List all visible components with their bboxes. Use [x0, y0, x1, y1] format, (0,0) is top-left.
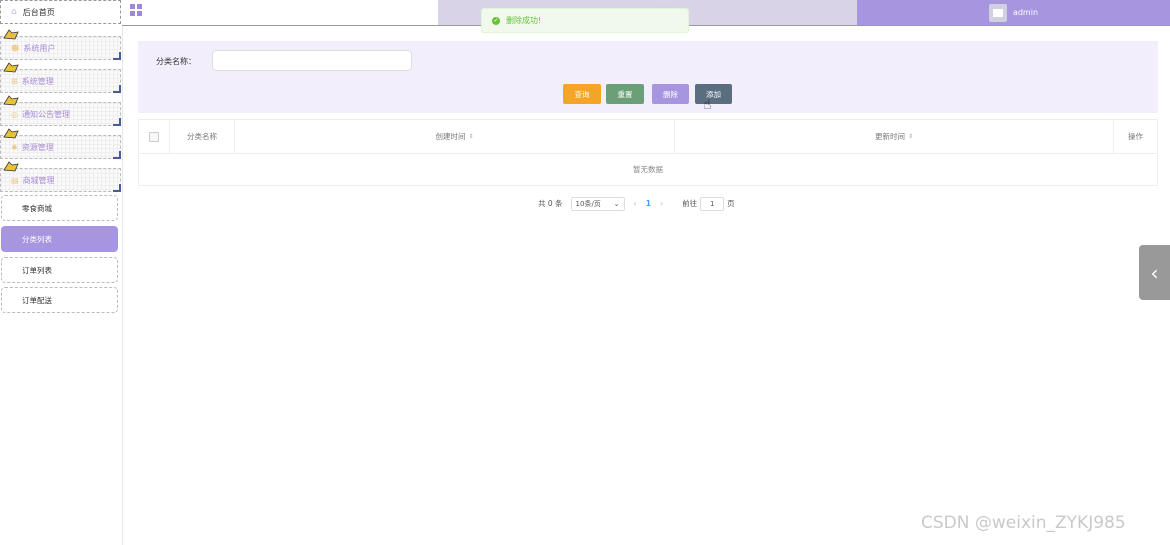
column-label: 更新时间	[874, 132, 905, 141]
sidebar-group-notice[interactable]: ◎ 通知公告管理	[0, 95, 121, 126]
pin-icon	[3, 161, 19, 172]
pagination: 共 0 条 10条/页 ⌄ ‹ 1 › 前往 1 页	[538, 196, 735, 211]
watermark: CSDN @weixin_ZYKJ985	[921, 513, 1126, 533]
sidebar-item-label: 订单配送	[22, 295, 52, 305]
pin-icon	[3, 95, 19, 106]
delete-button[interactable]: 删除	[652, 84, 689, 104]
prev-page-icon[interactable]: ‹	[634, 199, 637, 208]
success-toast: ✓ 删除成功!	[481, 8, 689, 33]
reset-button[interactable]: 重置	[606, 84, 644, 104]
category-name-input[interactable]	[212, 50, 412, 71]
select-all-column	[139, 120, 170, 153]
sidebar: ⌂ 后台首页 ☻ 系统用户 ⊞ 系统管理 ◎ 通知公告管理 ✹ 资源管理 ▤ 商…	[0, 0, 123, 545]
gear-icon: ✹	[11, 142, 18, 152]
hand-cursor-icon: ☝	[703, 97, 712, 113]
column-header-created[interactable]: 创建时间 ⇕	[235, 120, 675, 153]
sidebar-group-system-users[interactable]: ☻ 系统用户	[0, 29, 121, 60]
column-label: 创建时间	[435, 132, 466, 141]
goto-page-input[interactable]: 1	[700, 196, 725, 211]
sort-icon[interactable]: ⇕	[468, 133, 473, 140]
total-count: 共 0 条	[538, 199, 563, 208]
sidebar-item-snack-shop[interactable]: 零食商城	[1, 195, 118, 221]
add-button[interactable]: 添加	[695, 84, 732, 104]
sidebar-item-label: 订单列表	[22, 265, 52, 275]
check-circle-icon: ✓	[492, 16, 500, 25]
next-page-icon[interactable]: ›	[660, 199, 663, 208]
column-label: 分类名称	[187, 132, 217, 141]
goto-prefix: 前往	[682, 199, 698, 208]
toast-message: 删除成功!	[506, 16, 542, 25]
column-label: 操作	[1128, 132, 1143, 141]
sidebar-item-label: 后台首页	[22, 7, 55, 17]
sidebar-group-label: 系统用户	[23, 43, 56, 53]
column-header-updated[interactable]: 更新时间 ⇕	[675, 120, 1114, 153]
category-name-label: 分类名称：	[156, 57, 196, 66]
sidebar-item-category-list[interactable]: 分类列表	[1, 226, 118, 252]
pin-icon	[3, 62, 19, 73]
menu-grid-icon[interactable]	[130, 4, 142, 16]
sidebar-group-resource[interactable]: ✹ 资源管理	[0, 128, 121, 159]
sort-icon[interactable]: ⇕	[908, 133, 913, 140]
category-table: 分类名称 创建时间 ⇕ 更新时间 ⇕ 操作 暂无数据	[138, 119, 1158, 186]
query-button[interactable]: 查询	[563, 84, 601, 104]
sidebar-item-order-delivery[interactable]: 订单配送	[1, 287, 118, 313]
bell-icon: ◎	[11, 109, 18, 119]
sidebar-item-home[interactable]: ⌂ 后台首页	[0, 0, 121, 24]
sidebar-group-shop[interactable]: ▤ 商城管理	[0, 161, 121, 192]
user-icon: ☻	[11, 43, 20, 53]
empty-state: 暂无数据	[633, 164, 663, 174]
column-header-name: 分类名称	[170, 120, 235, 153]
table-header: 分类名称 创建时间 ⇕ 更新时间 ⇕ 操作	[139, 120, 1157, 154]
select-all-checkbox[interactable]	[149, 131, 159, 142]
search-panel: 分类名称： 查询 重置 删除 添加	[138, 41, 1158, 113]
column-header-actions: 操作	[1114, 120, 1157, 153]
chevron-down-icon: ⌄	[613, 199, 620, 208]
pin-icon	[3, 128, 19, 139]
sidebar-item-label: 分类列表	[22, 234, 52, 244]
page-number-current[interactable]: 1	[646, 199, 651, 208]
grid-small-icon: ⊞	[11, 76, 18, 86]
sidebar-item-order-list[interactable]: 订单列表	[1, 257, 118, 283]
collapse-panel-button[interactable]: ‹	[1139, 245, 1170, 300]
chevron-left-icon: ‹	[1150, 260, 1159, 285]
user-menu[interactable]: admin	[857, 0, 1170, 25]
page-size-value: 10条/页	[575, 199, 601, 208]
sidebar-group-label: 商城管理	[22, 175, 55, 185]
shop-icon: ▤	[11, 175, 19, 185]
pin-icon	[3, 29, 19, 40]
avatar[interactable]	[988, 3, 1007, 22]
page-size-select[interactable]: 10条/页 ⌄	[570, 196, 625, 211]
sidebar-group-label: 系统管理	[21, 76, 54, 86]
sidebar-item-label: 零食商城	[22, 203, 52, 213]
sidebar-group-label: 资源管理	[21, 142, 54, 152]
home-icon: ⌂	[11, 7, 17, 17]
sidebar-group-system-manage[interactable]: ⊞ 系统管理	[0, 62, 121, 93]
goto-suffix: 页	[727, 199, 735, 208]
sidebar-group-label: 通知公告管理	[21, 109, 70, 119]
username: admin	[1012, 8, 1039, 17]
